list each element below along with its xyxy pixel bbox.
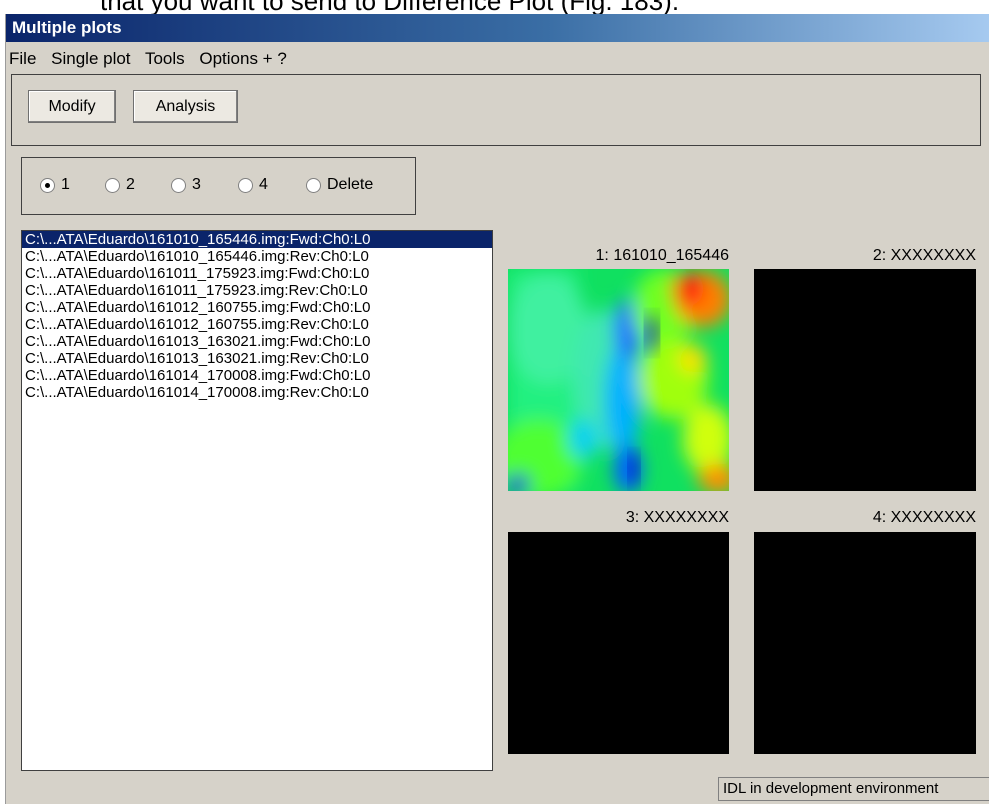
plot-4-label: 4: XXXXXXXX [872, 509, 976, 526]
window-title: Multiple plots [6, 14, 989, 42]
toolbar-frame: Modify Analysis [11, 74, 981, 146]
radio-label: Delete [327, 176, 374, 193]
list-item[interactable]: C:\...ATA\Eduardo\161012_160755.img:Fwd:… [22, 299, 492, 316]
modify-button[interactable]: Modify [28, 90, 116, 123]
list-item[interactable]: C:\...ATA\Eduardo\161012_160755.img:Rev:… [22, 316, 492, 333]
multiple-plots-window: Multiple plots File Single plot Tools Op… [5, 14, 989, 804]
radio-label: 3 [192, 176, 201, 193]
plot-2-canvas[interactable] [754, 269, 976, 491]
plot-1-heatmap[interactable] [508, 269, 729, 491]
radio-label: 2 [126, 176, 135, 193]
plot-3-canvas[interactable] [508, 532, 729, 754]
radio-indicator-selected [40, 177, 55, 193]
file-listbox[interactable]: C:\...ATA\Eduardo\161010_165446.img:Fwd:… [21, 230, 493, 771]
heatmap-image [508, 269, 729, 491]
menu-single-plot[interactable]: Single plot [51, 49, 130, 68]
radio-indicator [171, 177, 186, 193]
radio-label: 1 [61, 176, 70, 193]
analysis-button[interactable]: Analysis [133, 90, 238, 123]
list-item-selected[interactable]: C:\...ATA\Eduardo\161010_165446.img:Fwd:… [22, 231, 492, 248]
status-bar: IDL in development environment [718, 777, 989, 801]
radio-slot-1[interactable]: 1 [40, 176, 70, 194]
radio-slot-4[interactable]: 4 [238, 176, 268, 194]
radio-delete[interactable]: Delete [306, 176, 373, 194]
menu-options[interactable]: Options + ? [199, 49, 286, 68]
menu-tools[interactable]: Tools [145, 49, 185, 68]
radio-indicator [105, 177, 120, 193]
radio-slot-2[interactable]: 2 [105, 176, 135, 194]
plot-2-label: 2: XXXXXXXX [872, 247, 976, 264]
list-item[interactable]: C:\...ATA\Eduardo\161010_165446.img:Rev:… [22, 248, 492, 265]
menu-bar: File Single plot Tools Options + ? [6, 44, 989, 74]
radio-indicator [306, 177, 321, 193]
list-item[interactable]: C:\...ATA\Eduardo\161014_170008.img:Rev:… [22, 384, 492, 401]
radio-indicator [238, 177, 253, 193]
menu-file[interactable]: File [9, 49, 36, 68]
radio-label: 4 [259, 176, 268, 193]
list-item[interactable]: C:\...ATA\Eduardo\161014_170008.img:Fwd:… [22, 367, 492, 384]
plot-4-canvas[interactable] [754, 532, 976, 754]
plot-1-label: 1: 161010_165446 [595, 247, 729, 264]
radio-slot-3[interactable]: 3 [171, 176, 201, 194]
list-item[interactable]: C:\...ATA\Eduardo\161011_175923.img:Rev:… [22, 282, 492, 299]
list-item[interactable]: C:\...ATA\Eduardo\161013_163021.img:Rev:… [22, 350, 492, 367]
plot-3-label: 3: XXXXXXXX [625, 509, 729, 526]
list-item[interactable]: C:\...ATA\Eduardo\161011_175923.img:Fwd:… [22, 265, 492, 282]
list-item[interactable]: C:\...ATA\Eduardo\161013_163021.img:Fwd:… [22, 333, 492, 350]
plot-slot-radio-group: 1 2 3 4 Delete [21, 157, 416, 215]
